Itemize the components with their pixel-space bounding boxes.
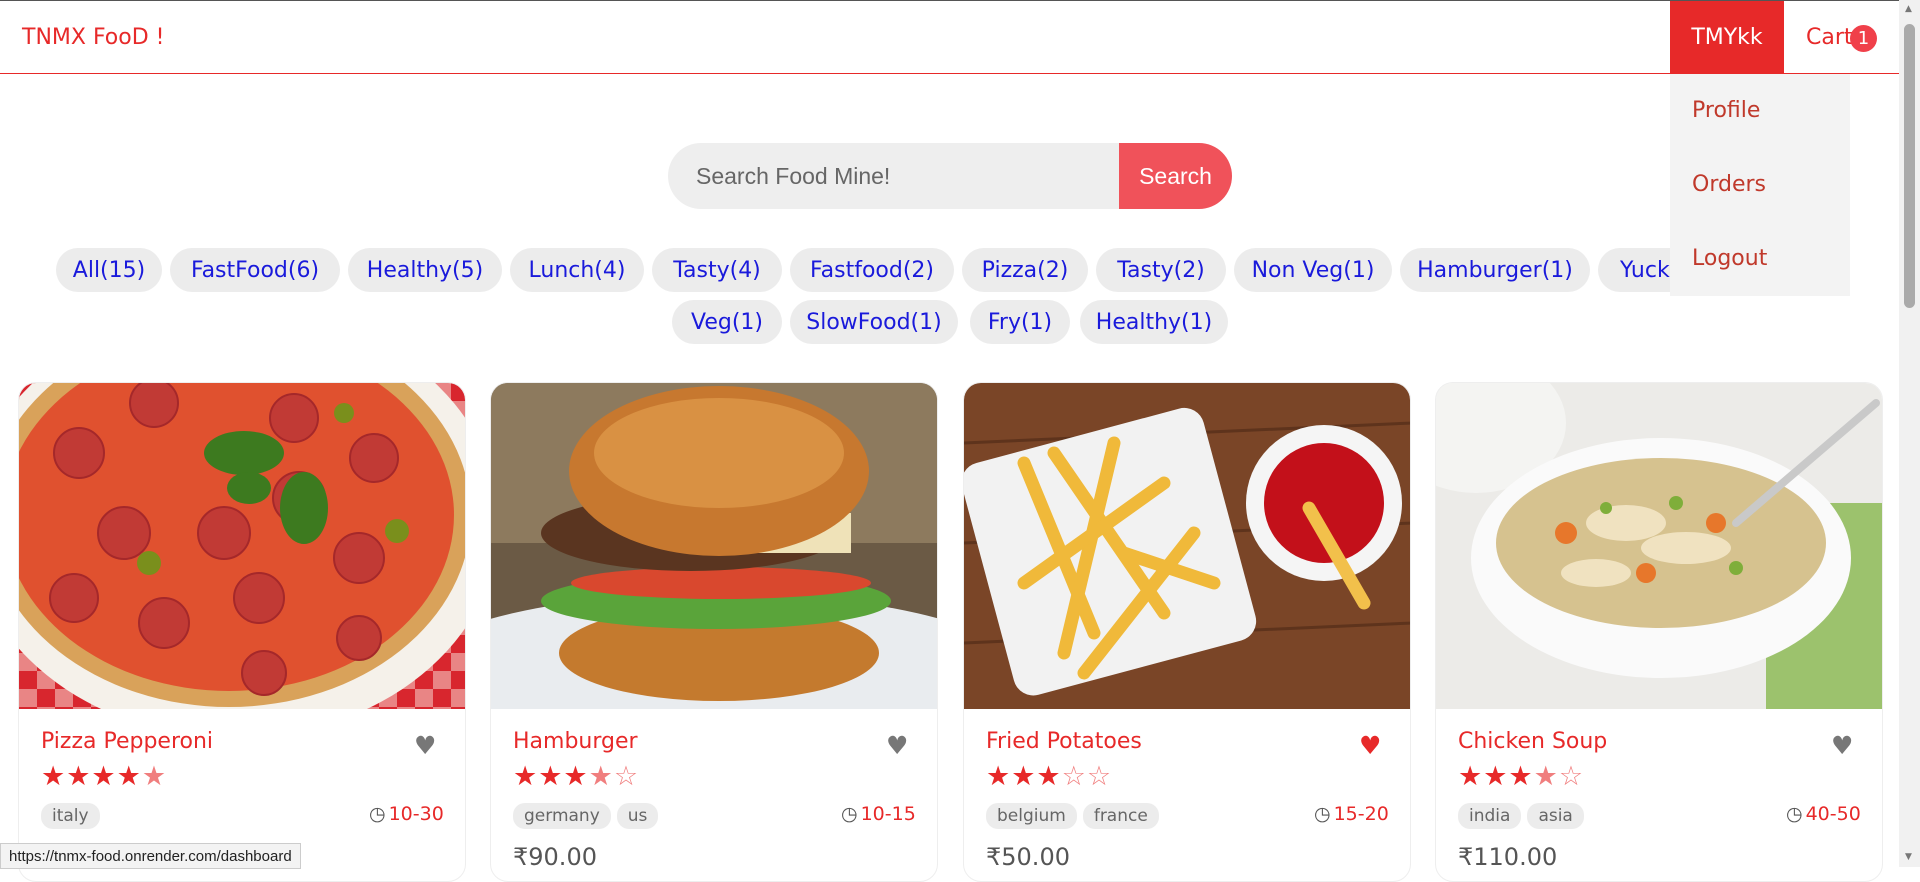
scrollbar-thumb[interactable] — [1904, 24, 1915, 308]
origin-tag: asia — [1527, 803, 1584, 829]
origin-tags: italy — [41, 803, 106, 829]
food-image-chicken-soup — [1436, 383, 1882, 709]
origin-tags: germany us — [513, 803, 664, 829]
food-card[interactable]: Chicken Soup ♥ ★★★★☆ india asia ◷ 40-50 ₹1… — [1435, 382, 1883, 882]
tag-all[interactable]: All(15) — [56, 248, 162, 292]
origin-tag: india — [1458, 803, 1522, 829]
food-card[interactable]: Hamburger ♥ ★★★★☆ germany us ◷ 10-15 ₹90.0… — [490, 382, 938, 882]
scroll-up-arrow-icon[interactable]: ▲ — [1905, 4, 1912, 14]
food-image-hamburger — [491, 383, 937, 709]
menu-item-orders[interactable]: Orders — [1692, 172, 1766, 197]
tag-fastfood-lower[interactable]: Fastfood(2) — [790, 248, 954, 292]
tag-non-veg[interactable]: Non Veg(1) — [1234, 248, 1392, 292]
top-nav: TNMX FooD ! TMYkk Cart 1 — [0, 0, 1899, 74]
clock-icon: ◷ — [369, 803, 386, 825]
cook-time: ◷ 40-50 — [1786, 803, 1861, 825]
tag-tasty[interactable]: Tasty(4) — [652, 248, 782, 292]
tag-lunch[interactable]: Lunch(4) — [510, 248, 644, 292]
page-scrollbar[interactable]: ▲ ▼ — [1899, 0, 1920, 867]
menu-item-profile[interactable]: Profile — [1692, 98, 1760, 123]
food-card[interactable]: Fried Potatoes ♥ ★★★☆☆ belgium france ◷ 15… — [963, 382, 1411, 882]
menu-item-logout[interactable]: Logout — [1692, 246, 1767, 271]
star-rating: ★★★★★ — [41, 761, 168, 792]
food-image-fried-potatoes — [964, 383, 1410, 709]
tag-veg[interactable]: Veg(1) — [672, 300, 782, 344]
origin-tag: us — [616, 803, 659, 829]
food-name: Hamburger — [513, 729, 638, 754]
food-name: Fried Potatoes — [986, 729, 1142, 754]
tag-pizza[interactable]: Pizza(2) — [962, 248, 1088, 292]
origin-tags: india asia — [1458, 803, 1590, 829]
star-rating: ★★★★☆ — [1458, 761, 1585, 792]
star-rating: ★★★☆☆ — [986, 761, 1113, 792]
user-menu-button[interactable]: TMYkk — [1670, 1, 1784, 74]
origin-tags: belgium france — [986, 803, 1165, 829]
status-bar-url: https://tnmx-food.onrender.com/dashboard — [0, 843, 301, 869]
cart-link[interactable]: Cart — [1806, 25, 1853, 50]
cook-time: ◷ 10-30 — [369, 803, 444, 825]
tag-fry[interactable]: Fry(1) — [970, 300, 1070, 344]
favorite-heart-icon[interactable]: ♥ — [886, 731, 908, 760]
user-dropdown-menu: Profile Orders Logout — [1670, 74, 1850, 296]
cook-time: ◷ 10-15 — [841, 803, 916, 825]
tag-slowfood[interactable]: SlowFood(1) — [790, 300, 958, 344]
clock-icon: ◷ — [1314, 803, 1331, 825]
cart-count-badge: 1 — [1850, 25, 1877, 52]
origin-tag: germany — [513, 803, 611, 829]
cook-time: ◷ 15-20 — [1314, 803, 1389, 825]
tag-tasty-2[interactable]: Tasty(2) — [1096, 248, 1226, 292]
food-name: Pizza Pepperoni — [41, 729, 214, 754]
tag-healthy[interactable]: Healthy(5) — [348, 248, 502, 292]
food-card[interactable]: Pizza Pepperoni ♥ ★★★★★ italy ◷10-30 ₹ — [18, 382, 466, 882]
food-name: Chicken Soup — [1458, 729, 1608, 754]
origin-tag: italy — [41, 803, 100, 829]
favorite-heart-icon[interactable]: ♥ — [1831, 731, 1853, 760]
scroll-down-arrow-icon[interactable]: ▼ — [1905, 852, 1912, 862]
search-bar: Search — [668, 143, 1232, 209]
origin-tag: france — [1082, 803, 1159, 829]
tag-healthy-2[interactable]: Healthy(1) — [1080, 300, 1228, 344]
clock-icon: ◷ — [1786, 803, 1803, 825]
search-button[interactable]: Search — [1119, 143, 1232, 209]
tag-fastfood[interactable]: FastFood(6) — [170, 248, 340, 292]
food-image-pizza — [19, 383, 465, 709]
favorite-heart-icon[interactable]: ♥ — [1359, 731, 1381, 760]
origin-tag: belgium — [986, 803, 1077, 829]
clock-icon: ◷ — [841, 803, 858, 825]
favorite-heart-icon[interactable]: ♥ — [414, 731, 436, 760]
search-input[interactable] — [668, 143, 1120, 209]
tag-hamburger[interactable]: Hamburger(1) — [1400, 248, 1590, 292]
brand-logo-link[interactable]: TNMX FooD ! — [22, 25, 164, 50]
star-rating: ★★★★☆ — [513, 761, 640, 792]
